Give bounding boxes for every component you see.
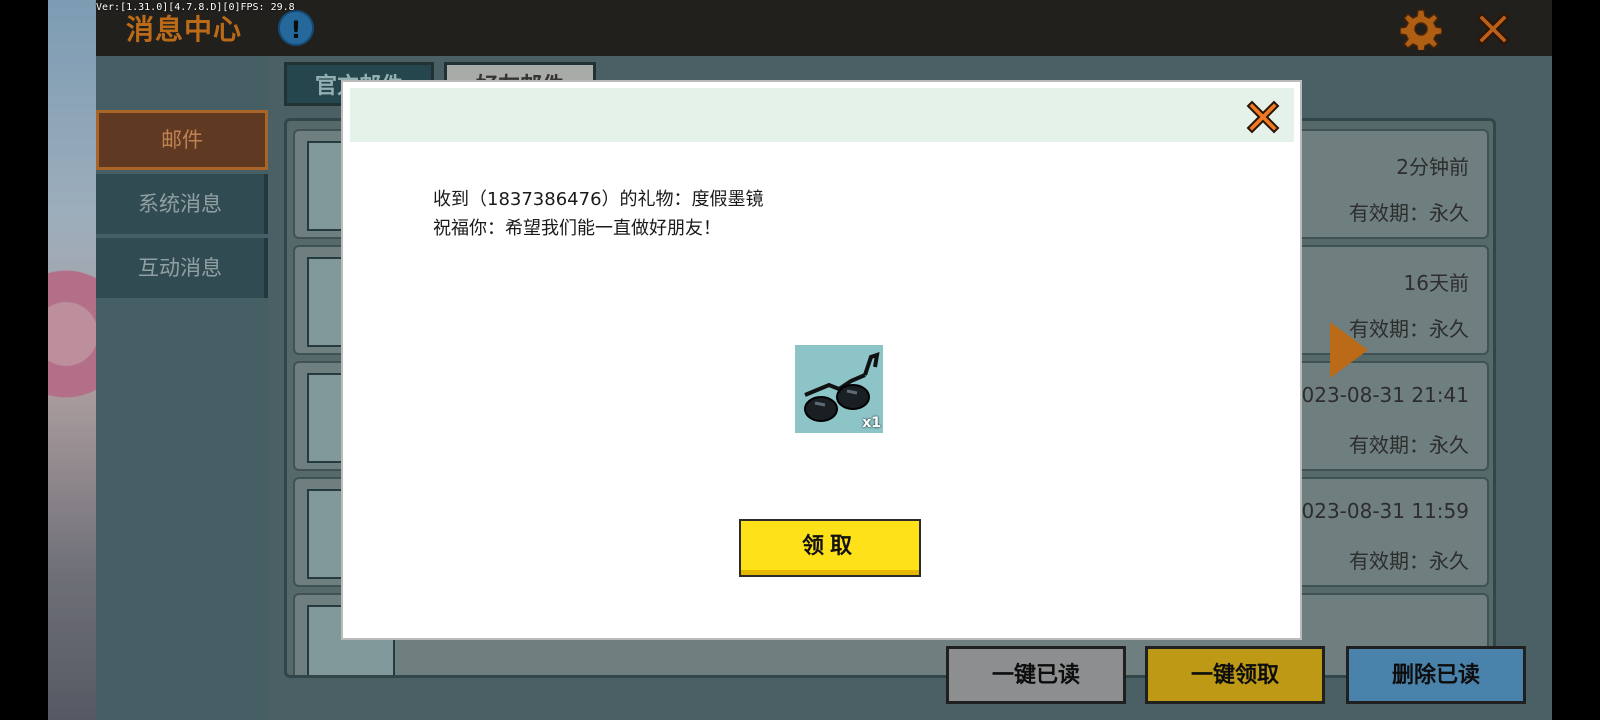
claim-button[interactable]: 领取 bbox=[739, 519, 921, 577]
blessing-message: 祝福你：希望我们能一直做好朋友！ bbox=[433, 218, 721, 239]
item-quantity: x1 bbox=[862, 415, 881, 431]
gift-dialog: 收到（1837386476）的礼物：度假墨镜 祝福你：希望我们能一直做好朋友！ … bbox=[341, 80, 1302, 640]
gift-item-slot: x1 bbox=[795, 345, 883, 433]
close-icon[interactable] bbox=[1242, 96, 1284, 138]
version-fps-text: Ver:[1.31.0][4.7.8.D][0]FPS: 29.8 bbox=[96, 2, 295, 13]
gift-message: 收到（1837386476）的礼物：度假墨镜 bbox=[433, 189, 764, 210]
dialog-header bbox=[350, 88, 1294, 142]
